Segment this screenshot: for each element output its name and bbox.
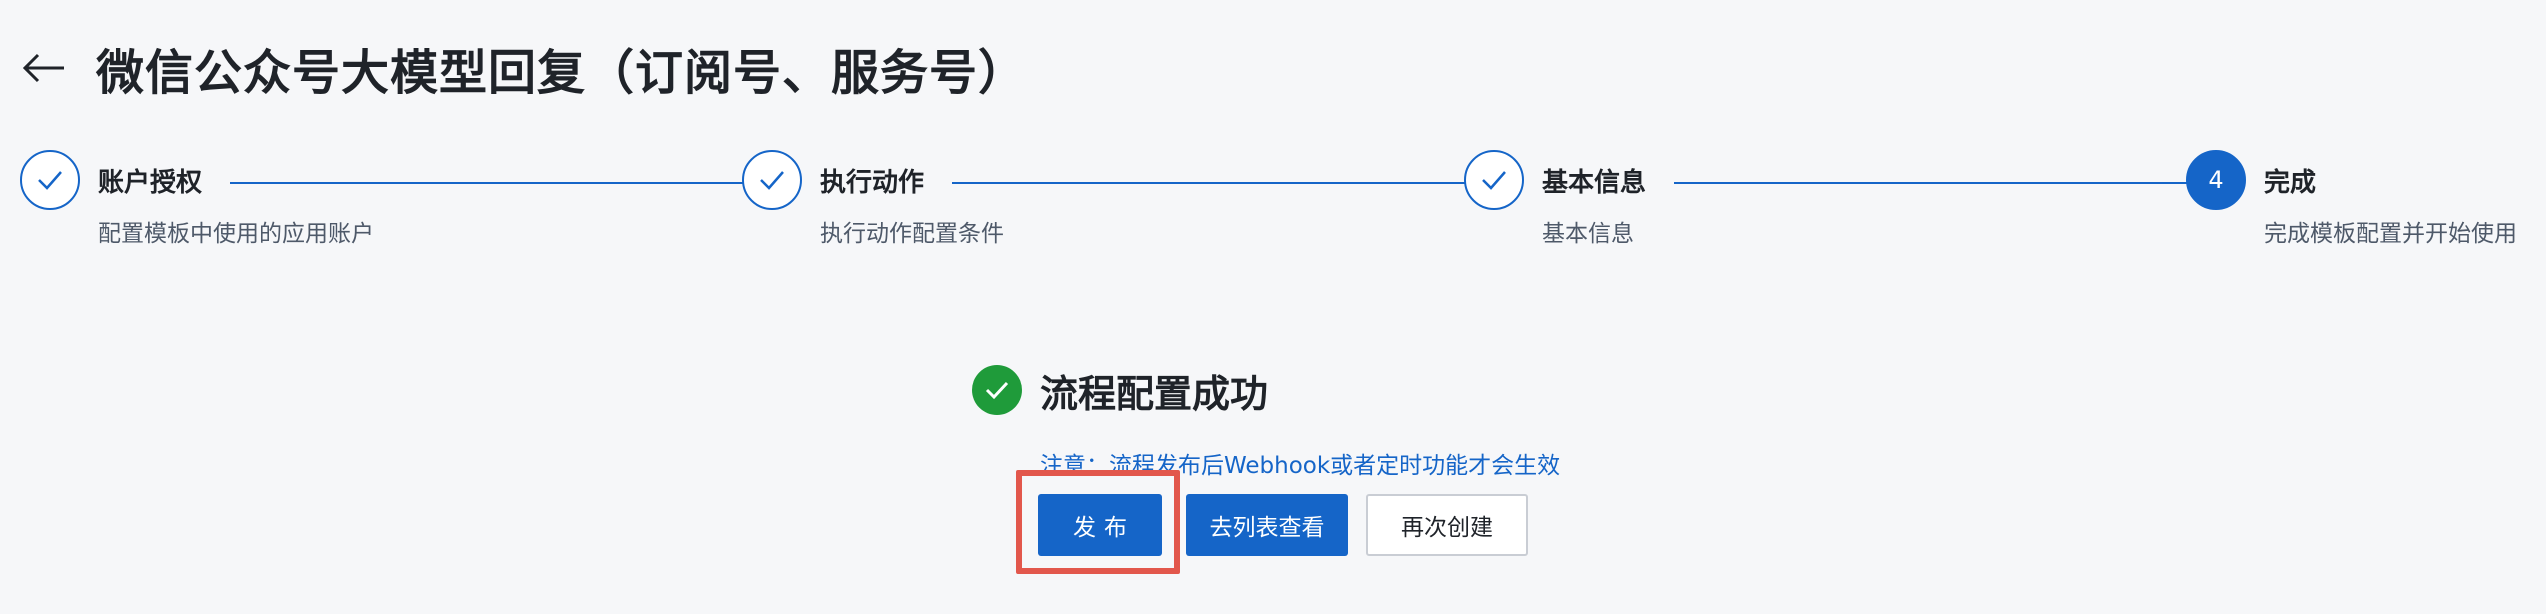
step-description: 完成模板配置并开始使用 [2264, 221, 2517, 247]
check-icon [760, 171, 784, 190]
check-icon [38, 171, 62, 190]
view-list-button[interactable]: 去列表查看 [1186, 494, 1348, 556]
back-button[interactable] [20, 44, 68, 92]
result-title: 流程配置成功 [1040, 371, 1269, 416]
step-title: 账户授权 [98, 168, 203, 198]
step-done-circle [742, 150, 802, 210]
step-connector [230, 182, 746, 184]
step-number: 4 [2208, 166, 2224, 194]
step-title: 基本信息 [1542, 168, 1647, 198]
step-description: 基本信息 [1542, 221, 1634, 247]
result-note: 注意：流程发布后Webhook或者定时功能才会生效 [1040, 453, 1561, 479]
page-header: 微信公众号大模型回复（订阅号、服务号） [20, 30, 1027, 106]
arrow-left-icon [22, 53, 64, 83]
success-check-icon [972, 365, 1022, 415]
publish-button[interactable]: 发布 [1038, 494, 1162, 556]
step-done-circle [1464, 150, 1524, 210]
step-connector [952, 182, 1468, 184]
result-panel: 流程配置成功 注意：流程发布后Webhook或者定时功能才会生效 [972, 360, 1672, 480]
step-done-circle [20, 150, 80, 210]
step-description: 执行动作配置条件 [820, 221, 1004, 247]
page: 微信公众号大模型回复（订阅号、服务号） 账户授权 配置模板中使用的应用账户 执行… [0, 0, 2546, 614]
page-title: 微信公众号大模型回复（订阅号、服务号） [96, 45, 1028, 101]
create-again-button[interactable]: 再次创建 [1366, 494, 1528, 556]
steps-progress: 账户授权 配置模板中使用的应用账户 执行动作 执行动作配置条件 基本信息 基本信… [20, 150, 2526, 260]
step-title: 执行动作 [820, 168, 925, 198]
check-icon [1482, 171, 1506, 190]
action-bar: 发布 去列表查看 再次创建 [1038, 494, 1528, 556]
step-connector [1674, 182, 2190, 184]
result-header: 流程配置成功 [972, 360, 1672, 420]
step-description: 配置模板中使用的应用账户 [98, 221, 374, 247]
step-title: 完成 [2264, 168, 2317, 198]
step-number-circle: 4 [2186, 150, 2246, 210]
